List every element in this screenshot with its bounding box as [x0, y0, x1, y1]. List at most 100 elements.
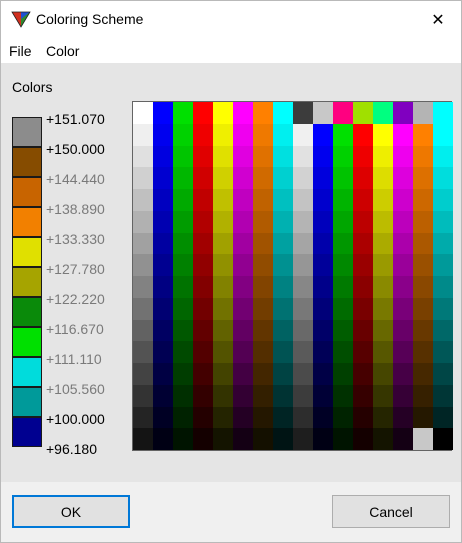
palette-cell[interactable] — [313, 210, 333, 233]
palette-cell[interactable] — [133, 341, 153, 363]
palette-cell[interactable] — [213, 319, 233, 342]
palette-cell[interactable] — [313, 341, 333, 363]
palette-cell[interactable] — [413, 406, 433, 429]
palette-cell[interactable] — [173, 123, 193, 146]
palette-cell[interactable] — [433, 232, 453, 255]
palette-cell[interactable] — [173, 254, 193, 276]
palette-cell[interactable] — [393, 406, 413, 429]
palette-cell[interactable] — [253, 232, 273, 255]
palette-cell[interactable] — [433, 167, 453, 189]
palette-cell[interactable] — [213, 102, 233, 124]
palette-cell[interactable] — [353, 254, 373, 276]
palette-cell[interactable] — [133, 102, 153, 124]
palette-cell[interactable] — [153, 341, 173, 363]
palette-cell[interactable] — [133, 297, 153, 320]
palette-cell[interactable] — [133, 232, 153, 255]
palette-cell[interactable] — [313, 123, 333, 146]
palette-cell[interactable] — [213, 428, 233, 450]
palette-cell[interactable] — [393, 102, 413, 124]
palette-cell[interactable] — [233, 145, 253, 168]
palette-cell[interactable] — [293, 363, 313, 385]
palette-cell[interactable] — [373, 363, 393, 385]
palette-cell[interactable] — [373, 297, 393, 320]
palette-cell[interactable] — [153, 167, 173, 189]
palette-cell[interactable] — [333, 232, 353, 255]
legend-swatch[interactable] — [12, 177, 42, 207]
palette-cell[interactable] — [213, 123, 233, 146]
palette-cell[interactable] — [373, 384, 393, 407]
palette-cell[interactable] — [173, 406, 193, 429]
palette-cell[interactable] — [193, 102, 213, 124]
palette-cell[interactable] — [373, 254, 393, 276]
palette-cell[interactable] — [193, 189, 213, 211]
palette-cell[interactable] — [353, 363, 373, 385]
palette-cell[interactable] — [293, 384, 313, 407]
palette-cell[interactable] — [133, 428, 153, 450]
palette-cell[interactable] — [213, 167, 233, 189]
palette-cell[interactable] — [173, 363, 193, 385]
palette-cell[interactable] — [393, 319, 413, 342]
palette-cell[interactable] — [333, 297, 353, 320]
palette-cell[interactable] — [393, 145, 413, 168]
palette-cell[interactable] — [133, 189, 153, 211]
palette-cell[interactable] — [233, 406, 253, 429]
palette-cell[interactable] — [433, 384, 453, 407]
palette-cell[interactable] — [273, 123, 293, 146]
palette-cell[interactable] — [253, 210, 273, 233]
legend-swatch[interactable] — [12, 207, 42, 237]
palette-cell[interactable] — [273, 276, 293, 298]
palette-cell[interactable] — [133, 363, 153, 385]
palette-cell[interactable] — [413, 254, 433, 276]
palette-cell[interactable] — [333, 406, 353, 429]
palette-cell[interactable] — [293, 102, 313, 124]
legend-swatch[interactable] — [12, 417, 42, 447]
palette-cell[interactable] — [193, 254, 213, 276]
palette-cell[interactable] — [433, 406, 453, 429]
palette-cell[interactable] — [333, 167, 353, 189]
palette-cell[interactable] — [253, 297, 273, 320]
palette-cell[interactable] — [253, 276, 273, 298]
palette-cell[interactable] — [193, 145, 213, 168]
palette-cell[interactable] — [233, 363, 253, 385]
palette-cell[interactable] — [393, 341, 413, 363]
palette-cell[interactable] — [373, 145, 393, 168]
palette-cell[interactable] — [133, 145, 153, 168]
palette-cell[interactable] — [273, 297, 293, 320]
palette-cell[interactable] — [233, 210, 253, 233]
palette-cell[interactable] — [293, 189, 313, 211]
palette-cell[interactable] — [153, 145, 173, 168]
palette-cell[interactable] — [373, 123, 393, 146]
palette-cell[interactable] — [293, 428, 313, 450]
palette-cell[interactable] — [433, 276, 453, 298]
palette-cell[interactable] — [373, 276, 393, 298]
palette-cell[interactable] — [373, 167, 393, 189]
palette-cell[interactable] — [213, 210, 233, 233]
palette-cell[interactable] — [233, 167, 253, 189]
palette-cell[interactable] — [273, 384, 293, 407]
palette-cell[interactable] — [153, 406, 173, 429]
palette-cell[interactable] — [373, 189, 393, 211]
palette-cell[interactable] — [233, 189, 253, 211]
palette-cell[interactable] — [433, 210, 453, 233]
palette-cell[interactable] — [333, 319, 353, 342]
palette-cell[interactable] — [393, 123, 413, 146]
palette-cell[interactable] — [233, 319, 253, 342]
legend-swatch[interactable] — [12, 147, 42, 177]
palette-cell[interactable] — [193, 341, 213, 363]
palette-cell[interactable] — [273, 102, 293, 124]
palette-cell[interactable] — [393, 384, 413, 407]
palette-cell[interactable] — [153, 102, 173, 124]
palette-cell[interactable] — [253, 102, 273, 124]
legend-swatch[interactable] — [12, 237, 42, 267]
color-palette-grid[interactable] — [132, 101, 453, 451]
palette-cell[interactable] — [273, 210, 293, 233]
palette-cell[interactable] — [313, 384, 333, 407]
palette-cell[interactable] — [213, 384, 233, 407]
palette-cell[interactable] — [333, 254, 353, 276]
palette-cell[interactable] — [233, 297, 253, 320]
palette-cell[interactable] — [153, 254, 173, 276]
palette-cell[interactable] — [193, 319, 213, 342]
palette-cell[interactable] — [353, 276, 373, 298]
palette-cell[interactable] — [373, 102, 393, 124]
palette-cell[interactable] — [273, 232, 293, 255]
